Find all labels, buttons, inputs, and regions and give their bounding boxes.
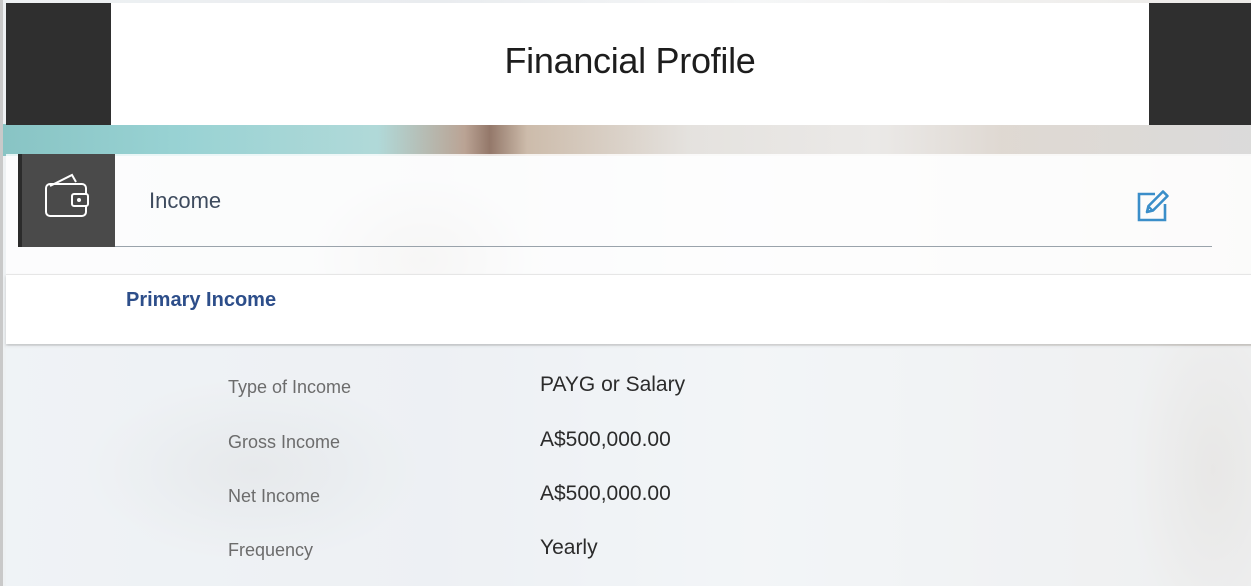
net-income-label: Net Income xyxy=(228,486,321,506)
gross-income-value: A$500,000.00 xyxy=(540,428,671,451)
app-window: Financial Profile Income Primary Income … xyxy=(0,0,1251,586)
net-income-value: A$500,000.00 xyxy=(540,482,671,505)
header-left-block xyxy=(6,3,111,125)
section-divider xyxy=(115,246,1212,247)
income-section xyxy=(6,154,1251,274)
type-of-income-value: PAYG or Salary xyxy=(540,373,686,396)
header-right-block xyxy=(1149,3,1251,125)
frequency-value: Yearly xyxy=(540,536,598,559)
frequency-label: Frequency xyxy=(228,540,314,560)
section-title: Income xyxy=(149,188,222,213)
background-photo-strip xyxy=(3,124,1251,156)
primary-income-title: Primary Income xyxy=(126,289,277,311)
edit-icon xyxy=(1137,190,1169,222)
section-icon-box xyxy=(18,154,115,247)
type-of-income-label: Type of Income xyxy=(228,377,352,397)
gross-income-label: Gross Income xyxy=(228,432,341,452)
edit-button[interactable] xyxy=(1133,186,1173,226)
wallet-icon xyxy=(45,173,89,217)
page-title: Financial Profile xyxy=(504,40,756,81)
